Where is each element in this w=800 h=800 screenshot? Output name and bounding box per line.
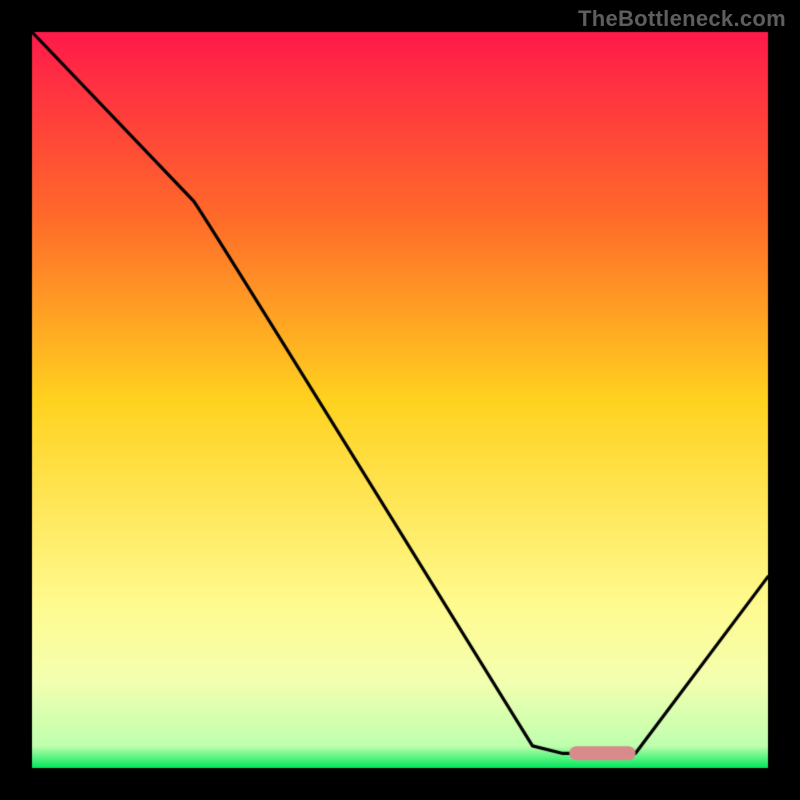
bottleneck-chart (0, 0, 800, 800)
watermark-label: TheBottleneck.com (578, 6, 786, 32)
